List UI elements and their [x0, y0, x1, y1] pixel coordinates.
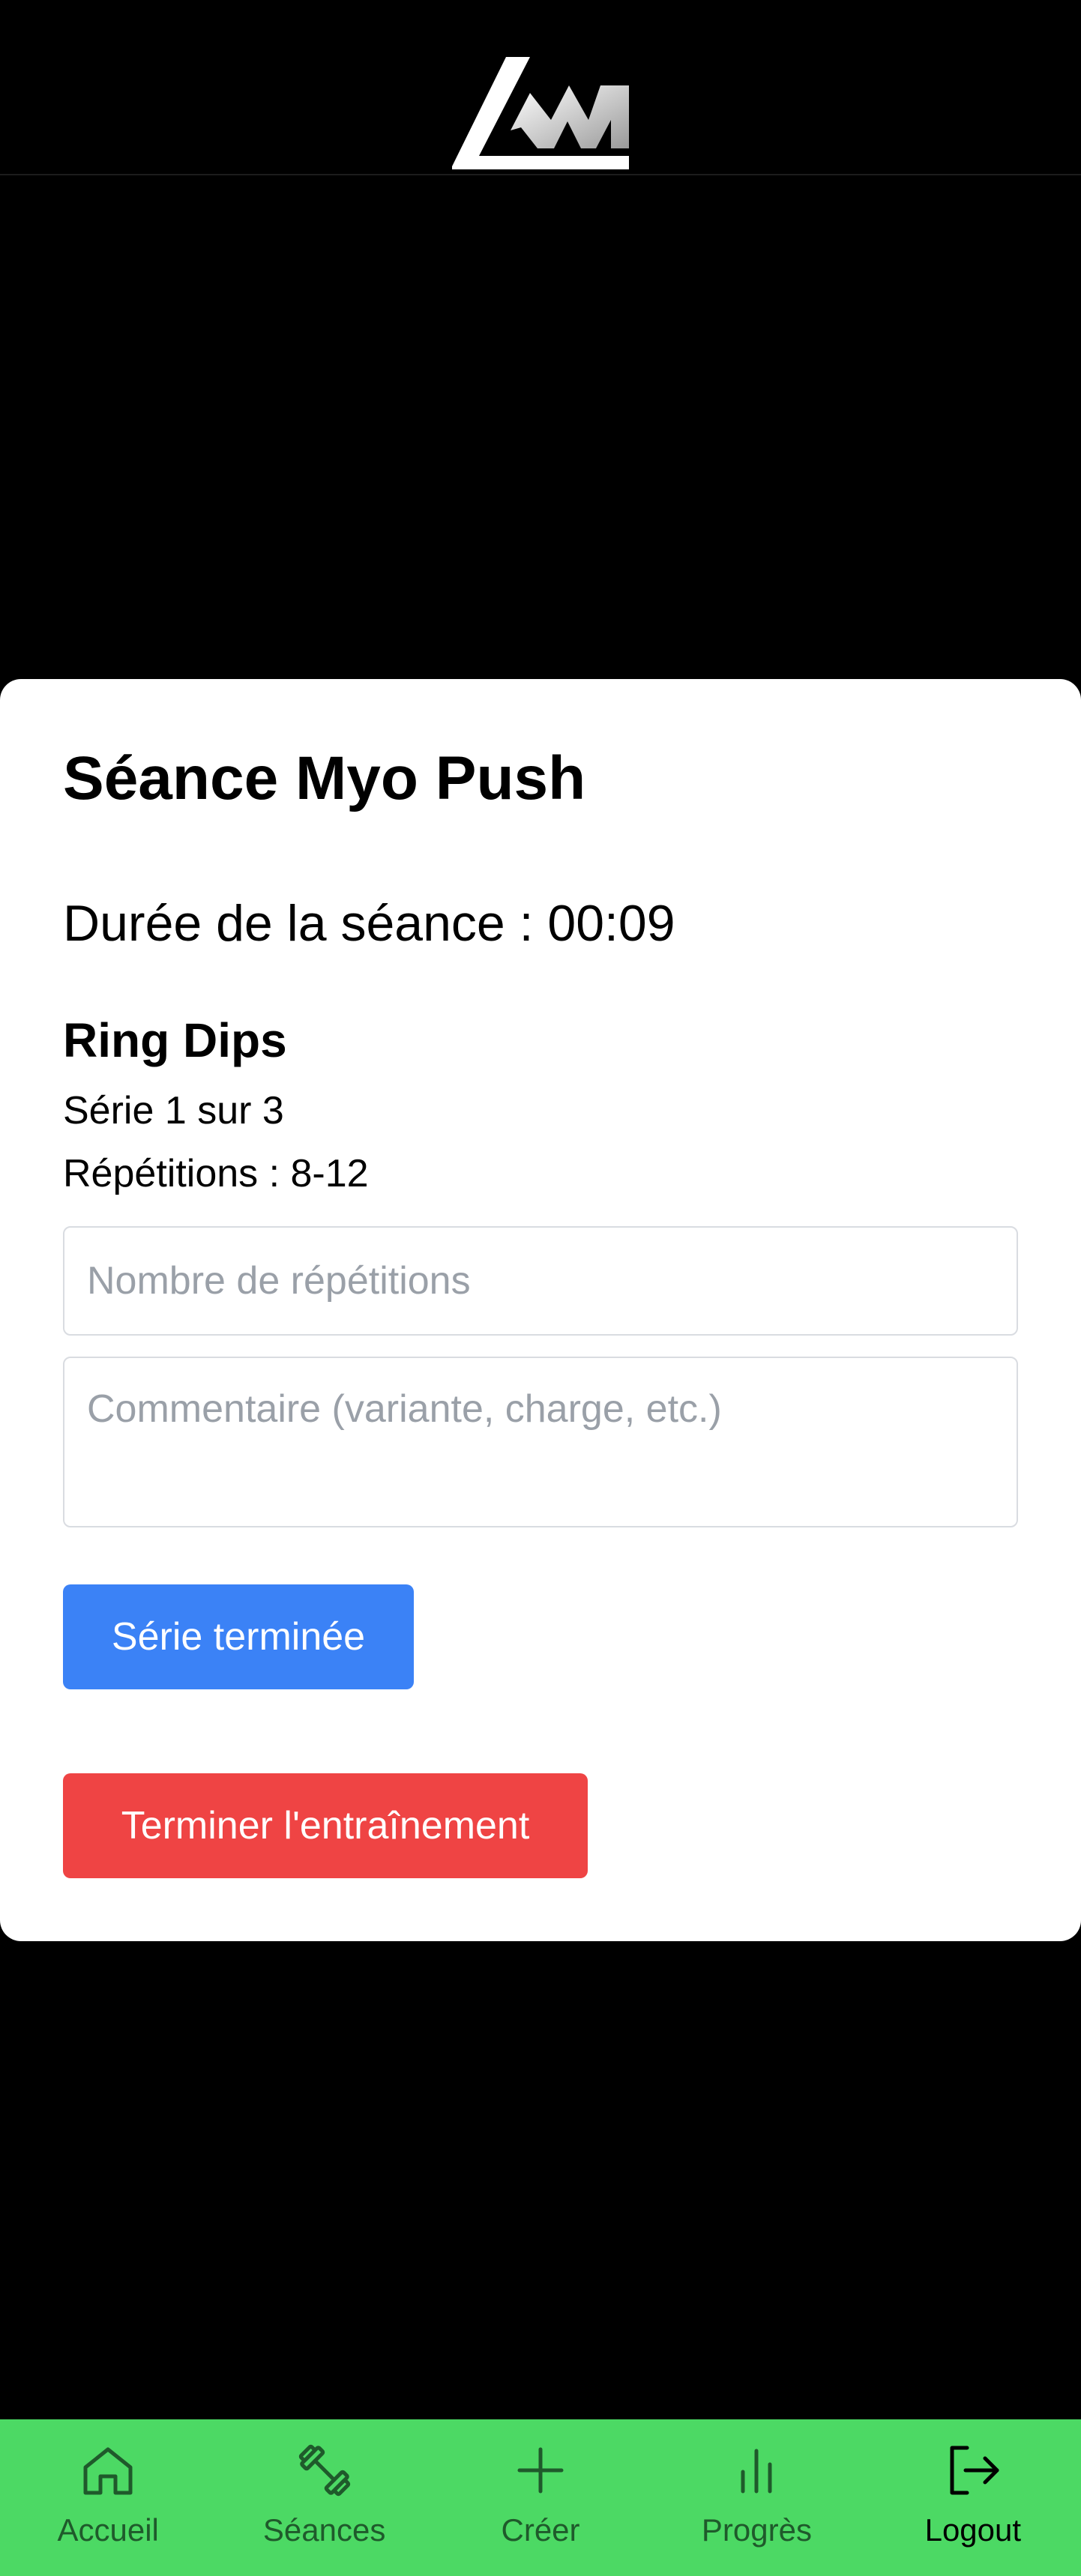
workout-card: Séance Myo Push Durée de la séance : 00:… — [0, 679, 1081, 1941]
reps-input[interactable] — [63, 1226, 1018, 1336]
dumbbell-icon — [298, 2444, 350, 2497]
session-duration: Durée de la séance : 00:09 — [63, 895, 675, 952]
nav-item-seances[interactable]: Séances — [216, 2419, 432, 2576]
bar-chart-icon — [741, 2449, 772, 2494]
finish-workout-button[interactable]: Terminer l'entraînement — [63, 1773, 588, 1878]
app-logo — [452, 57, 629, 169]
exercise-name: Ring Dips — [63, 1013, 287, 1067]
series-done-button[interactable]: Série terminée — [63, 1584, 414, 1689]
home-icon — [83, 2447, 133, 2495]
nav-label-logout: Logout — [924, 2512, 1022, 2548]
nav-label-progres: Progrès — [701, 2512, 812, 2548]
series-counter: Série 1 sur 3 — [63, 1089, 284, 1132]
nav-item-creer[interactable]: Créer — [433, 2419, 648, 2576]
logout-icon — [950, 2446, 999, 2495]
plus-icon — [517, 2447, 564, 2494]
nav-label-seances: Séances — [262, 2512, 386, 2548]
nav-label-creer: Créer — [501, 2512, 580, 2548]
bottom-nav: Accueil Séances Créer Progrès Logout — [0, 2419, 1081, 2576]
nav-item-progres[interactable]: Progrès — [648, 2419, 864, 2576]
reps-target: Répétitions : 8-12 — [63, 1152, 369, 1195]
nav-item-accueil[interactable]: Accueil — [0, 2419, 216, 2576]
comment-textarea[interactable] — [63, 1357, 1018, 1527]
nav-label-accueil: Accueil — [57, 2512, 159, 2548]
workout-title: Séance Myo Push — [63, 744, 586, 812]
app-header — [0, 0, 1081, 175]
nav-item-logout[interactable]: Logout — [865, 2419, 1081, 2576]
